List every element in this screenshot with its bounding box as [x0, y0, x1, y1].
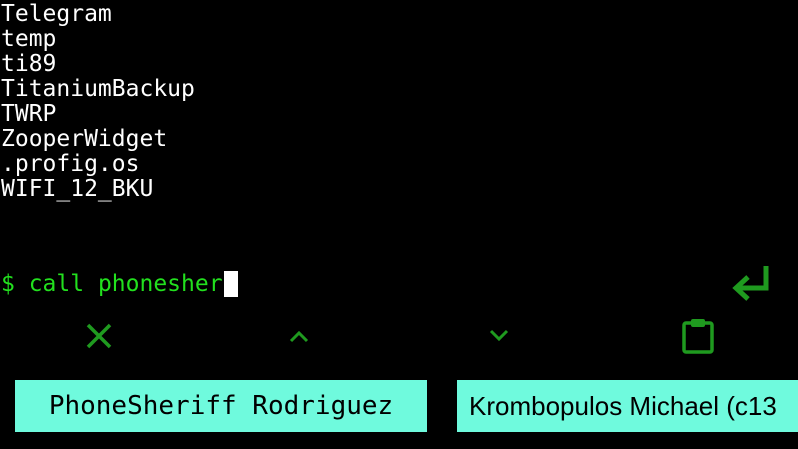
output-line: Telegram — [1, 1, 112, 27]
output-line: .profig.os — [1, 151, 140, 177]
suggestion-label: PhoneSheriff Rodriguez — [48, 391, 394, 421]
clipboard-icon — [682, 319, 714, 354]
output-line: TitaniumBackup — [1, 76, 195, 102]
clear-button[interactable] — [79, 316, 119, 356]
chevron-down-icon — [489, 329, 509, 342]
enter-return-icon — [732, 266, 769, 301]
paste-button[interactable] — [678, 316, 718, 356]
suggestion-chip[interactable]: PhoneSheriff Rodriguez — [15, 380, 427, 432]
enter-button[interactable] — [728, 260, 776, 308]
close-icon — [86, 323, 112, 349]
text-cursor — [223, 271, 238, 297]
terminal-screen: Telegram temp ti89 TitaniumBackup TWRP Z… — [0, 0, 798, 449]
history-up-button[interactable] — [279, 316, 319, 356]
terminal-output: Telegram temp ti89 TitaniumBackup TWRP Z… — [1, 2, 195, 202]
suggestion-label: Krombopulos Michael (c13 — [469, 390, 777, 421]
output-line: ti89 — [1, 51, 57, 77]
history-down-button[interactable] — [479, 316, 519, 356]
chevron-up-icon — [289, 330, 309, 343]
command-input[interactable]: $ call phonesher — [1, 270, 238, 298]
output-line: ZooperWidget — [1, 126, 168, 152]
output-line: temp — [1, 26, 57, 52]
prompt-symbol: $ — [1, 271, 29, 297]
output-line: WIFI_12_BKU — [1, 176, 154, 202]
command-text: call phonesher — [28, 271, 223, 297]
suggestion-chip[interactable]: Krombopulos Michael (c13 — [457, 380, 798, 432]
output-line: TWRP — [1, 101, 57, 127]
